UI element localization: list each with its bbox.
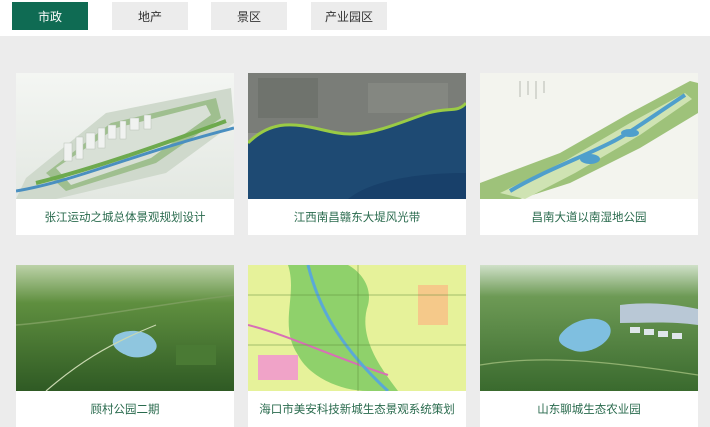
project-title[interactable]: 海口市美安科技新城生态景观系统策划 [248,391,466,427]
tab-label: 地产 [137,9,162,24]
project-thumbnail[interactable] [248,265,466,391]
project-title[interactable]: 江西南昌赣东大堤风光带 [248,199,466,235]
project-thumbnail[interactable] [480,265,698,391]
tab-label: 产业园区 [324,9,373,24]
tab-industrial-park[interactable]: 产业园区 [311,2,387,30]
project-card[interactable]: 江西南昌赣东大堤风光带 [248,73,466,235]
project-card[interactable]: 顾村公园二期 [16,265,234,427]
tab-municipal[interactable]: 市政 [12,2,88,30]
project-card[interactable]: 昌南大道以南湿地公园 [480,73,698,235]
category-tab-bar: 市政 地产 景区 产业园区 [0,0,710,36]
tab-label: 市政 [37,9,62,24]
tab-scenic-area[interactable]: 景区 [211,2,287,30]
project-thumbnail[interactable] [248,73,466,199]
project-title[interactable]: 张江运动之城总体景观规划设计 [16,199,234,235]
project-card[interactable]: 山东聊城生态农业园 [480,265,698,427]
project-title[interactable]: 昌南大道以南湿地公园 [480,199,698,235]
tab-real-estate[interactable]: 地产 [112,2,188,30]
project-thumbnail[interactable] [16,265,234,391]
project-title[interactable]: 山东聊城生态农业园 [480,391,698,427]
project-card[interactable]: 海口市美安科技新城生态景观系统策划 [248,265,466,427]
project-thumbnail[interactable] [16,73,234,199]
project-card[interactable]: 张江运动之城总体景观规划设计 [16,73,234,235]
tab-label: 景区 [236,9,261,24]
project-title[interactable]: 顾村公园二期 [16,391,234,427]
project-thumbnail[interactable] [480,73,698,199]
